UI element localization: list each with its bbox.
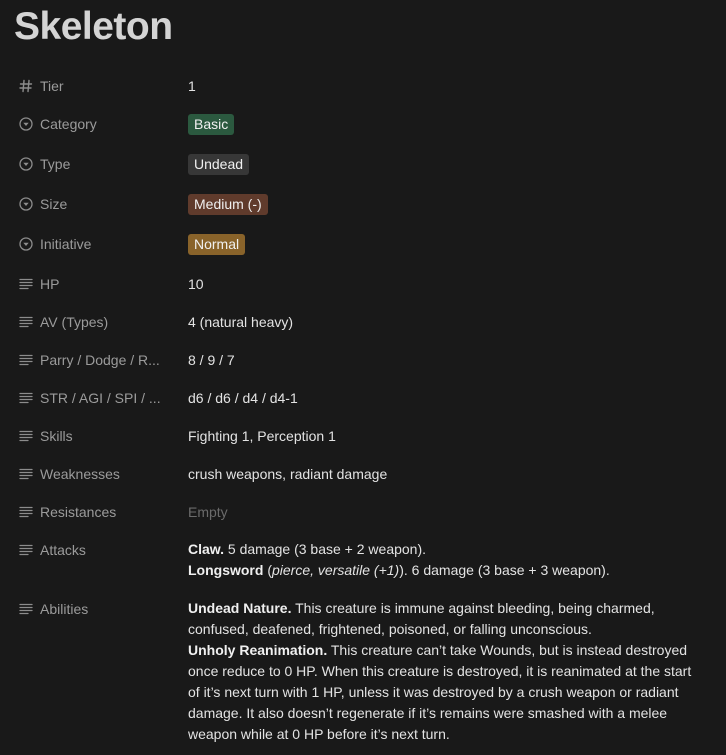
property-value-type[interactable]: Undead: [188, 150, 716, 178]
ability-undead-nature: Undead Nature. This creature is immune a…: [188, 598, 702, 640]
property-label-attacks[interactable]: Attacks: [18, 536, 178, 564]
text-lines-icon: [18, 390, 34, 406]
property-value-skills[interactable]: Fighting 1, Perception 1: [188, 422, 716, 450]
text-lines-icon: [18, 428, 34, 444]
property-value-parry[interactable]: 8 / 9 / 7: [188, 346, 716, 374]
text-lines-icon: [18, 352, 34, 368]
attack-claw-text: 5 damage (3 base + 2 weapon).: [224, 541, 427, 557]
text-lines-icon: [18, 276, 34, 292]
property-label-weaknesses[interactable]: Weaknesses: [18, 460, 178, 488]
property-label-stats[interactable]: STR / AGI / SPI / ...: [18, 384, 178, 412]
property-label-tier[interactable]: Tier: [18, 72, 178, 100]
property-label-skills[interactable]: Skills: [18, 422, 178, 450]
property-label-type[interactable]: Type: [18, 150, 178, 178]
page-title: Skeleton: [14, 5, 173, 48]
size-tag[interactable]: Medium (-): [188, 193, 268, 215]
select-circle-icon: [18, 236, 34, 252]
property-label-initiative[interactable]: Initiative: [18, 230, 178, 258]
property-label-abilities[interactable]: Abilities: [18, 595, 178, 623]
property-value-category[interactable]: Basic: [188, 110, 716, 138]
ability-unholy-reanimation: Unholy Reanimation. This creature can’t …: [188, 640, 702, 745]
property-value-resistances[interactable]: Empty: [188, 498, 716, 526]
property-value-tier[interactable]: 1: [188, 72, 716, 100]
property-label-resistances[interactable]: Resistances: [18, 498, 178, 526]
property-label-size[interactable]: Size: [18, 190, 178, 218]
attack-longsword: Longsword (pierce, versatile (+1)). 6 da…: [188, 562, 610, 578]
ability-undead-name: Undead Nature.: [188, 600, 292, 616]
property-value-abilities[interactable]: Undead Nature. This creature is immune a…: [188, 595, 702, 745]
property-label-hp[interactable]: HP: [18, 270, 178, 298]
property-value-hp[interactable]: 10: [188, 270, 716, 298]
ability-unholy-name: Unholy Reanimation.: [188, 642, 328, 658]
text-lines-icon: [18, 504, 34, 520]
initiative-tag[interactable]: Normal: [188, 233, 246, 255]
select-circle-icon: [18, 116, 34, 132]
property-value-stats[interactable]: d6 / d6 / d4 / d4-1: [188, 384, 716, 412]
select-circle-icon: [18, 156, 34, 172]
select-circle-icon: [18, 196, 34, 212]
type-tag[interactable]: Undead: [188, 153, 250, 175]
property-value-attacks[interactable]: Claw. 5 damage (3 base + 2 weapon). Long…: [188, 536, 716, 581]
attack-claw-name: Claw.: [188, 541, 225, 557]
property-value-av[interactable]: 4 (natural heavy): [188, 308, 716, 336]
text-lines-icon: [18, 542, 34, 558]
property-value-initiative[interactable]: Normal: [188, 230, 716, 258]
attack-longsword-name: Longsword: [188, 562, 264, 578]
property-label-parry[interactable]: Parry / Dodge / R...: [18, 346, 178, 374]
text-lines-icon: [18, 601, 34, 617]
text-lines-icon: [18, 466, 34, 482]
attack-claw: Claw. 5 damage (3 base + 2 weapon).: [188, 539, 716, 560]
text-lines-icon: [18, 314, 34, 330]
attack-longsword-traits: pierce, versatile (+1): [272, 562, 400, 578]
property-label-category[interactable]: Category: [18, 110, 178, 138]
property-value-size[interactable]: Medium (-): [188, 190, 716, 218]
property-label-av[interactable]: AV (Types): [18, 308, 178, 336]
category-tag[interactable]: Basic: [188, 113, 235, 135]
hash-icon: [18, 78, 34, 94]
property-value-weaknesses[interactable]: crush weapons, radiant damage: [188, 460, 716, 488]
attack-longsword-text: ). 6 damage (3 base + 3 weapon).: [399, 562, 610, 578]
